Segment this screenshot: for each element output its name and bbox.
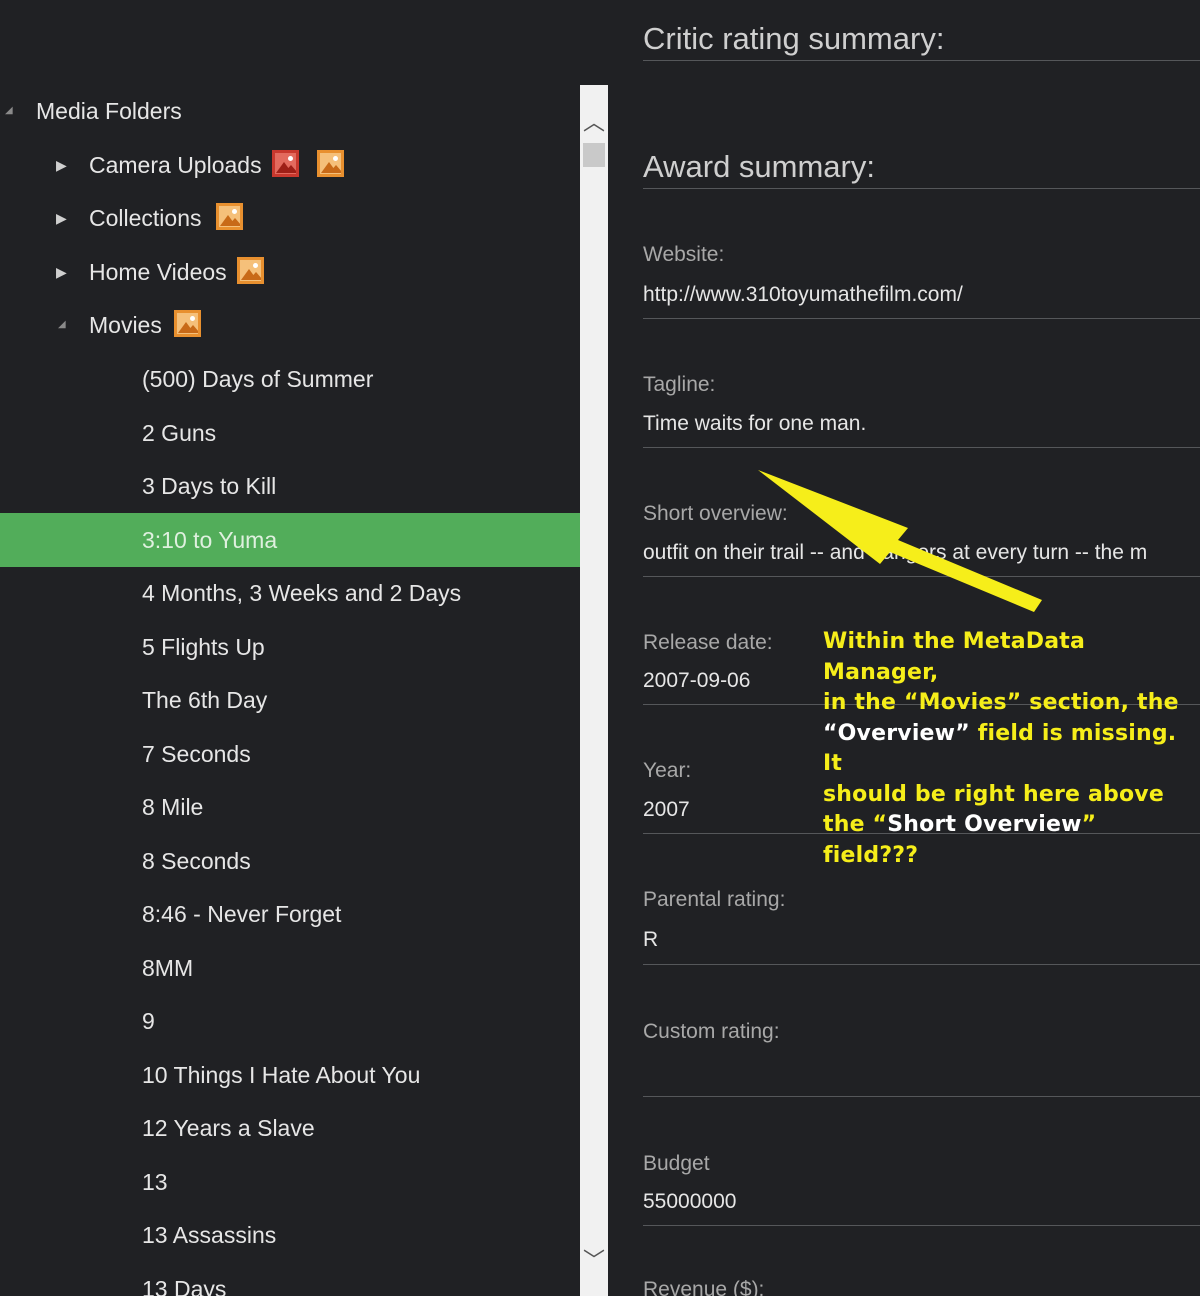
annotation-highlight: Short Overview — [887, 812, 1082, 837]
annotation-line: should be right here above — [823, 781, 1164, 807]
annotation-line: the “Short Overview” field??? — [823, 810, 1198, 871]
annotation-text: the “ — [823, 812, 888, 837]
annotation-line: “Overview” field is missing. It — [823, 719, 1198, 780]
annotation-line: in the “Movies” section, the — [823, 690, 1179, 715]
annotation-line: Within the MetaData Manager, — [823, 629, 1086, 685]
annotation-highlight: “Overview” — [823, 720, 970, 746]
annotation-callout: Within the MetaData Manager, in the “Mov… — [823, 627, 1198, 871]
